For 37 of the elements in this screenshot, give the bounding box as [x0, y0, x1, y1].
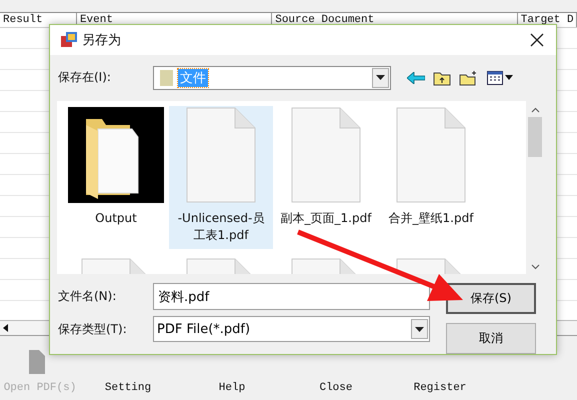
file-item[interactable]: Output: [64, 106, 168, 248]
scrollbar-thumb[interactable]: [528, 116, 542, 156]
file-name: 副本_页面_1.pdf: [280, 210, 373, 226]
save-in-label: 保存在(I):: [58, 69, 112, 86]
file-name-field[interactable]: 资料.pdf: [153, 283, 430, 310]
scroll-left-icon[interactable]: [3, 324, 8, 332]
file-item[interactable]: -Unlicensed-员工表1.pdf: [169, 106, 273, 248]
file-item[interactable]: 合并_壁纸1.pdf: [379, 106, 483, 248]
view-menu-icon[interactable]: [487, 70, 513, 85]
scroll-down-icon[interactable]: [530, 264, 540, 270]
document-icon: [291, 106, 361, 202]
up-folder-icon[interactable]: [433, 70, 451, 86]
scroll-up-icon[interactable]: [530, 106, 540, 112]
close-icon[interactable]: [530, 32, 544, 47]
document-icon: [186, 106, 256, 202]
new-folder-icon[interactable]: [459, 70, 479, 86]
window-title: 另存为: [82, 32, 121, 49]
file-item[interactable]: 副本_页面_1.pdf: [274, 106, 378, 248]
file-type-label: 保存类型(T):: [58, 320, 128, 338]
back-icon[interactable]: [407, 72, 425, 84]
caret-icon: [415, 326, 424, 332]
cancel-button[interactable]: 取消: [446, 323, 536, 354]
document-icon: [396, 106, 466, 202]
toolbar-button[interactable]: Register: [414, 382, 466, 394]
file-type-dropdown[interactable]: PDF File(*.pdf): [153, 316, 430, 342]
folder-icon: [160, 68, 174, 87]
file-name: 合并_壁纸1.pdf: [388, 210, 475, 226]
toolbar-button[interactable]: Setting: [104, 382, 152, 394]
save-button[interactable]: 保存(S): [446, 283, 536, 314]
app-icon: [60, 30, 78, 49]
file-name: Output: [94, 210, 138, 226]
toolbar-button[interactable]: Close: [319, 382, 352, 394]
file-name-label: 文件名(N):: [58, 288, 118, 306]
file-name: -Unlicensed-员工表1.pdf: [176, 210, 266, 244]
toolbar-button[interactable]: Help: [218, 382, 246, 394]
folder-icon: [68, 106, 164, 202]
caret-icon: [376, 75, 385, 80]
